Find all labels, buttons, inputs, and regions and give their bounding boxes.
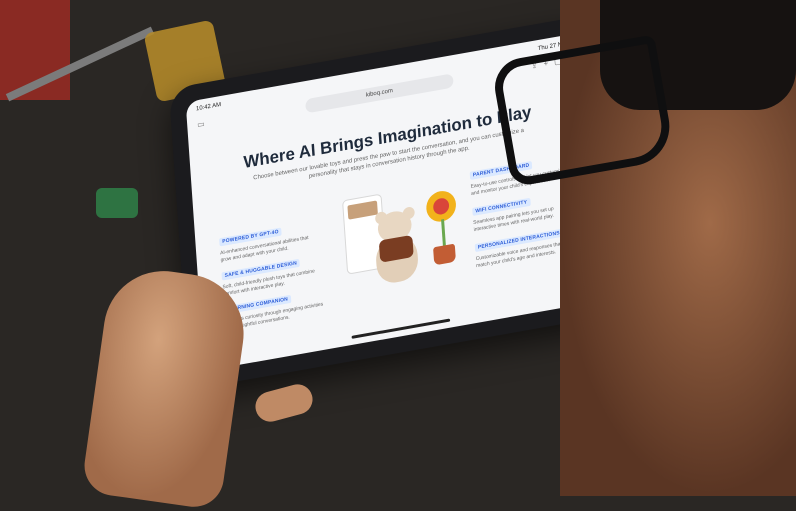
flower-pot: [433, 243, 456, 266]
sidebar-toggle-icon[interactable]: ▭: [197, 119, 205, 129]
right-thumb: [252, 381, 316, 425]
home-indicator: [351, 318, 451, 339]
status-time: 10:42 AM: [195, 102, 222, 113]
url-text: kiboq.com: [365, 87, 394, 99]
photo-scene: 10:42 AM Thu 27 Nov ▭ kiboq.com ⇪ + ▢ Wh…: [0, 0, 796, 511]
left-hand: [80, 263, 252, 511]
flower-stem: [441, 219, 446, 248]
teddy-bear-toy: [367, 206, 425, 291]
product-image: [342, 180, 467, 301]
sunflower-toy: [421, 188, 464, 273]
background-green-object: [96, 188, 138, 218]
